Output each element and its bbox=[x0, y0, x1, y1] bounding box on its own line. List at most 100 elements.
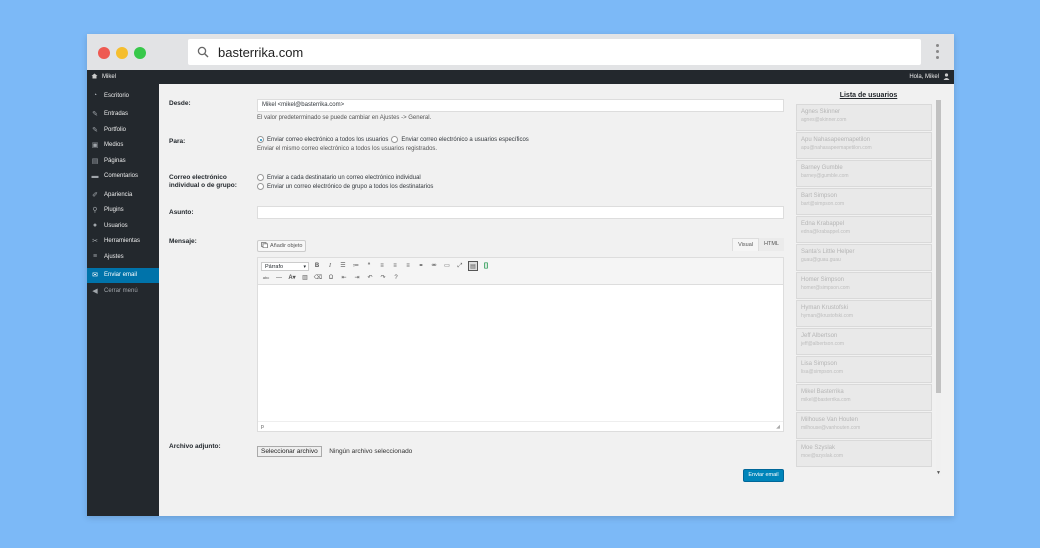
sidebar-item-escritorio[interactable]: ◔ Escritorio bbox=[87, 88, 159, 104]
undo-icon[interactable]: ↶ bbox=[365, 273, 375, 283]
sidebar-item-label: Enviar email bbox=[104, 272, 138, 279]
sidebar-item-portfolio[interactable]: ✎ Portfolio bbox=[87, 122, 159, 138]
to-specific-label: Enviar correo electrónico a usuarios esp… bbox=[401, 136, 529, 143]
sidebar-item-usuarios[interactable]: ● Usuarios bbox=[87, 218, 159, 234]
admin-main: ◔ Escritorio ✎ Entradas ✎ Portfolio ▣ Me… bbox=[87, 84, 954, 516]
users-icon: ● bbox=[92, 222, 98, 230]
list-item[interactable]: Milhouse Van Houten milhouse@vanhouten.co… bbox=[796, 412, 932, 439]
format-select[interactable]: Párrafo bbox=[261, 261, 309, 271]
user-name: Milhouse Van Houten bbox=[801, 417, 858, 423]
sidebar-item-herramientas[interactable]: ✂ Herramientas bbox=[87, 234, 159, 250]
sidebar-item-entradas[interactable]: ✎ Entradas bbox=[87, 107, 159, 123]
resize-handle-icon[interactable]: ◢ bbox=[776, 424, 780, 430]
clear-format-icon[interactable]: ⌫ bbox=[313, 273, 323, 283]
sidebar-item-label: Usuarios bbox=[104, 222, 128, 229]
sidebar-item-enviar-email[interactable]: ✉ Enviar email bbox=[87, 267, 159, 283]
collapse-icon: ◀ bbox=[92, 287, 98, 295]
maximize-window-button[interactable] bbox=[134, 47, 146, 59]
editor-body[interactable] bbox=[258, 285, 783, 415]
list-item[interactable]: Barney Gumble barney@gumble.com bbox=[796, 160, 932, 187]
user-name: Agnes Skinner bbox=[801, 109, 841, 115]
list-item[interactable]: Jeff Albertson jeff@albertson.com bbox=[796, 328, 932, 355]
subject-input[interactable] bbox=[257, 206, 784, 219]
tab-html[interactable]: HTML bbox=[759, 238, 784, 251]
strikethrough-icon[interactable]: abc bbox=[261, 273, 271, 283]
greeting-text[interactable]: Hola, Mikel bbox=[909, 74, 939, 80]
read-more-icon[interactable]: ▭ bbox=[442, 261, 452, 271]
indent-icon[interactable]: ⇥ bbox=[352, 273, 362, 283]
list-item[interactable]: Mikel Basterrika mikel@basterrika.com bbox=[796, 384, 932, 411]
toolbar-toggle-icon[interactable]: ▤ bbox=[468, 261, 478, 271]
browser-menu-icon[interactable] bbox=[936, 44, 940, 62]
attachment-label: Archivo adjunto: bbox=[169, 443, 221, 450]
numbered-list-icon[interactable]: ≔ bbox=[351, 261, 361, 271]
help-icon[interactable]: ? bbox=[391, 273, 401, 283]
site-name-link[interactable]: Mikel bbox=[102, 74, 116, 80]
bold-icon[interactable]: B bbox=[312, 261, 322, 271]
user-list-panel: Lista de usuarios Agnes Skinner agnes@ski… bbox=[796, 88, 941, 476]
address-bar[interactable]: basterrika.com bbox=[188, 39, 921, 65]
select-file-button[interactable]: Seleccionar archivo bbox=[257, 446, 322, 457]
sidebar-item-apariencia[interactable]: ✐ Apariencia bbox=[87, 187, 159, 203]
paste-text-icon[interactable]: ▥ bbox=[300, 273, 310, 283]
home-icon[interactable] bbox=[91, 73, 98, 81]
list-item[interactable]: Agnes Skinner agnes@skinner.com bbox=[796, 104, 932, 131]
text-color-icon[interactable]: A▾ bbox=[287, 273, 297, 283]
send-email-button[interactable]: Enviar email bbox=[743, 469, 784, 482]
user-avatar-icon[interactable] bbox=[943, 72, 950, 82]
to-all-radio[interactable] bbox=[257, 136, 264, 143]
mode-individual-label: Enviar a cada destinatario un correo ele… bbox=[267, 174, 421, 181]
add-media-button[interactable]: Añadir objeto bbox=[257, 240, 307, 252]
scrollbar-thumb[interactable] bbox=[936, 100, 941, 393]
align-center-icon[interactable]: ≡ bbox=[390, 261, 400, 271]
to-specific-radio[interactable] bbox=[391, 136, 399, 143]
editor-toolbar: Párrafo B I ☰ ≔ “ ≡ ≡ ≡ ⚭ ⚮ ▭ ⤢ bbox=[258, 258, 783, 285]
minimize-window-button[interactable] bbox=[116, 47, 128, 59]
editor-footer: p ◢ bbox=[258, 421, 783, 431]
link-icon[interactable]: ⚭ bbox=[416, 261, 426, 271]
scroll-down-icon[interactable]: ▼ bbox=[936, 470, 941, 476]
list-item[interactable]: Homer Simpson homer@simpson.com bbox=[796, 272, 932, 299]
list-item[interactable]: Bart Simpson bart@simpson.com bbox=[796, 188, 932, 215]
outdent-icon[interactable]: ⇤ bbox=[339, 273, 349, 283]
mode-group-radio[interactable] bbox=[257, 183, 264, 190]
horizontal-line-icon[interactable]: — bbox=[274, 273, 284, 283]
sidebar-item-medios[interactable]: ▣ Medios bbox=[87, 138, 159, 154]
sidebar-item-comentarios[interactable]: ▬ Comentarios bbox=[87, 169, 159, 185]
from-input[interactable]: Mikel <mikel@basterrika.com> bbox=[257, 99, 784, 112]
bullet-list-icon[interactable]: ☰ bbox=[338, 261, 348, 271]
mode-individual-radio[interactable] bbox=[257, 174, 264, 181]
add-media-label: Añadir objeto bbox=[270, 243, 303, 249]
list-item[interactable]: Lisa Simpson lisa@simpson.com bbox=[796, 356, 932, 383]
list-item[interactable]: Apu Nahasapeemapetilon apu@nahasapeemapet… bbox=[796, 132, 932, 159]
blockquote-icon[interactable]: “ bbox=[364, 261, 374, 271]
unlink-icon[interactable]: ⚮ bbox=[429, 261, 439, 271]
list-item[interactable]: Santa's Little Helper guau@guau.guau bbox=[796, 244, 932, 271]
sidebar-item-ajustes[interactable]: ≡ Ajustes bbox=[87, 249, 159, 265]
editor-box: Párrafo B I ☰ ≔ “ ≡ ≡ ≡ ⚭ ⚮ ▭ ⤢ bbox=[257, 257, 784, 432]
user-name: Lisa Simpson bbox=[801, 361, 838, 367]
italic-icon[interactable]: I bbox=[325, 261, 335, 271]
pin-icon: ✎ bbox=[92, 111, 98, 119]
shortcode-icon[interactable]: [] bbox=[481, 261, 491, 271]
sidebar-collapse-menu[interactable]: ◀ Cerrar menú bbox=[87, 283, 159, 299]
file-status: Ningún archivo seleccionado bbox=[329, 448, 413, 455]
tab-visual[interactable]: Visual bbox=[732, 238, 760, 251]
sidebar-item-label: Medios bbox=[104, 142, 124, 149]
special-character-icon[interactable]: Ω bbox=[326, 273, 336, 283]
sidebar-item-label: Plugins bbox=[104, 207, 124, 214]
media-icon: ▣ bbox=[91, 142, 99, 150]
close-window-button[interactable] bbox=[98, 47, 110, 59]
redo-icon[interactable]: ↷ bbox=[378, 273, 388, 283]
list-item[interactable]: Moe Szyslak moe@szyslak.com bbox=[796, 440, 932, 467]
align-left-icon[interactable]: ≡ bbox=[377, 261, 387, 271]
email-icon: ✉ bbox=[92, 272, 98, 280]
list-item[interactable]: Hyman Krustofski hyman@krustofski.com bbox=[796, 300, 932, 327]
sidebar-item-plugins[interactable]: ⚲ Plugins bbox=[87, 203, 159, 219]
fullscreen-icon[interactable]: ⤢ bbox=[455, 261, 465, 271]
align-right-icon[interactable]: ≡ bbox=[403, 261, 413, 271]
list-item[interactable]: Edna Krabappel edna@krabappel.com bbox=[796, 216, 932, 243]
sidebar-item-paginas[interactable]: ▤ Páginas bbox=[87, 153, 159, 169]
user-email: edna@krabappel.com bbox=[801, 229, 850, 235]
user-list-scrollbar[interactable]: ▼ bbox=[936, 100, 941, 476]
